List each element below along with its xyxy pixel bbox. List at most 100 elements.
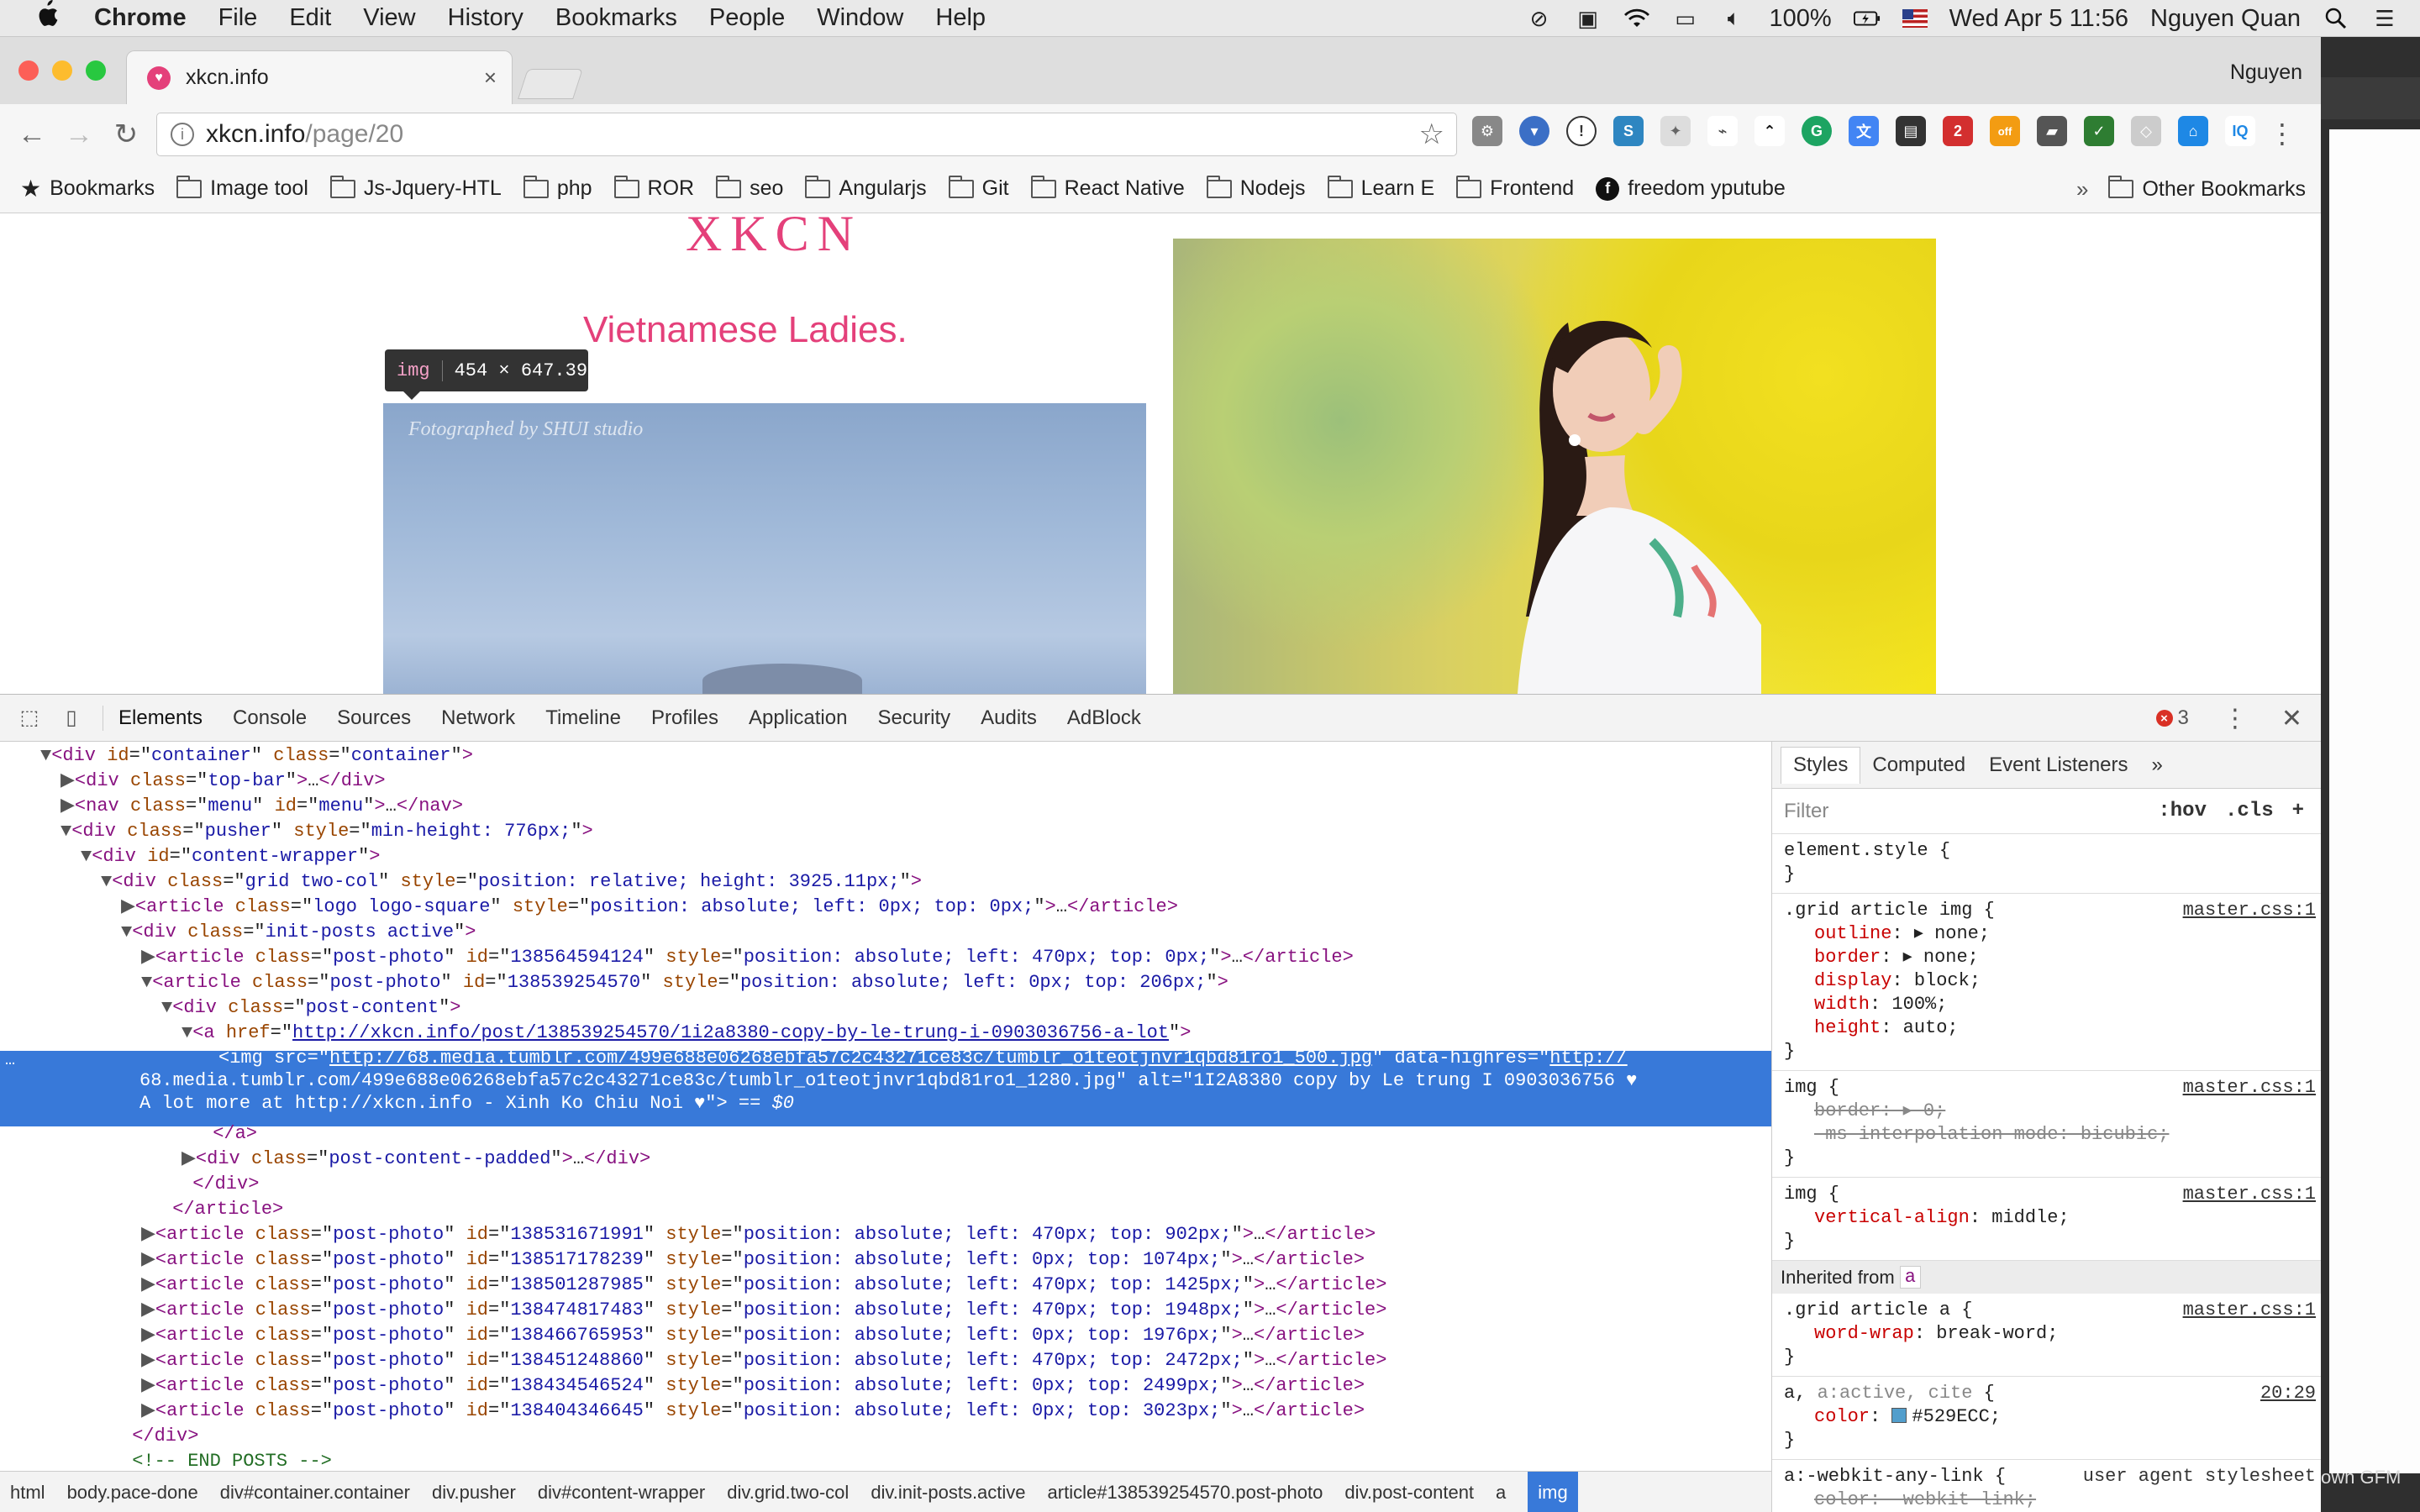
google-translate-icon[interactable]: 文	[1849, 116, 1879, 146]
expand-toggle-icon[interactable]: ▼	[182, 1022, 192, 1043]
dom-node-line[interactable]: ▼<div id="container" class="container">	[0, 743, 1771, 769]
rule-source-link[interactable]: master.css:1	[2183, 899, 2316, 922]
tab-sources[interactable]: Sources	[337, 706, 411, 730]
dom-node-line[interactable]: ▶<article class="post-photo" id="1384748…	[0, 1298, 1771, 1323]
style-rule-a-active-cite[interactable]: 20:29 a, a:active, cite { color: #529ECC…	[1772, 1377, 2321, 1460]
bookmarks-overflow-chevron-icon[interactable]: »	[2076, 176, 2088, 202]
menu-edit[interactable]: Edit	[289, 4, 331, 32]
tab-timeline[interactable]: Timeline	[545, 706, 621, 730]
site-info-icon[interactable]: i	[171, 123, 194, 146]
grammarly-icon[interactable]: G	[1802, 116, 1832, 146]
rule-source-link[interactable]: master.css:1	[2183, 1076, 2316, 1100]
breadcrumb-item[interactable]: div.init-posts.active	[871, 1482, 1025, 1504]
expand-toggle-icon[interactable]: ▶	[141, 1274, 155, 1295]
extension-badge-icon[interactable]: 2	[1943, 116, 1973, 146]
bookmark-folder-angularjs[interactable]: Angularjs	[805, 175, 927, 201]
devtools-menu-icon[interactable]: ⋮	[2223, 704, 2248, 733]
styles-filter-input[interactable]: Filter :hov .cls +	[1772, 789, 2321, 834]
color-swatch[interactable]	[1891, 1408, 1907, 1423]
tab-application[interactable]: Application	[749, 706, 847, 730]
extension-film-icon[interactable]: ⚙	[1472, 116, 1502, 146]
rule-source-link[interactable]: 20:29	[2260, 1382, 2316, 1405]
expand-toggle-icon[interactable]: ▼	[40, 745, 51, 766]
style-rule-grid-article-img[interactable]: master.css:1 .grid article img { outline…	[1772, 894, 2321, 1071]
selected-img-node-line[interactable]: 68.media.tumblr.com/499e688e06268ebfa57c…	[0, 1068, 1771, 1094]
bookmark-folder-ror[interactable]: ROR	[613, 175, 694, 201]
wifi-icon[interactable]	[1623, 7, 1650, 30]
airplay-icon[interactable]: ▭	[1672, 6, 1699, 31]
bookmark-other-bookmarks[interactable]: Other Bookmarks	[2108, 176, 2306, 202]
menu-people[interactable]: People	[709, 4, 785, 32]
dom-node-line[interactable]: ▶<article class="logo logo-square" style…	[0, 895, 1771, 920]
class-toggle[interactable]: .cls	[2225, 800, 2274, 822]
selected-img-node-line[interactable]: <img src="http://68.media.tumblr.com/499…	[0, 1046, 1771, 1071]
tab-profiles[interactable]: Profiles	[651, 706, 718, 730]
tab-computed[interactable]: Computed	[1860, 742, 1977, 789]
dom-node-line[interactable]: ▶<article class="post-photo" id="1384667…	[0, 1323, 1771, 1348]
menubar-clock[interactable]: Wed Apr 5 11:56	[1949, 5, 2128, 33]
breadcrumb-item[interactable]: article#138539254570.post-photo	[1048, 1482, 1323, 1504]
dom-node-line[interactable]: ▶<article class="post-photo" id="1385645…	[0, 945, 1771, 970]
background-window[interactable]: own GFM	[2321, 37, 2420, 1512]
inspected-post-image[interactable]: Fotographed by SHUI studio	[383, 403, 1146, 694]
expand-toggle-icon[interactable]: ▶	[141, 947, 155, 968]
extension-film-strip-icon[interactable]: ▤	[1896, 116, 1926, 146]
expand-toggle-icon[interactable]: ▼	[161, 997, 172, 1018]
dom-node-line[interactable]: ▼<div class="init-posts active">	[0, 920, 1771, 945]
post-photo-woman[interactable]	[1173, 239, 1936, 694]
extension-info-icon[interactable]: !	[1566, 116, 1597, 146]
screen-sharing-icon[interactable]: ▣	[1575, 6, 1602, 31]
expand-toggle-icon[interactable]: ▶	[141, 1299, 155, 1320]
forward-arrow-icon[interactable]: →	[55, 118, 103, 151]
dom-node-line[interactable]: ▼<a href="http://xkcn.info/post/13853925…	[0, 1021, 1771, 1046]
expand-toggle-icon[interactable]: ▶	[141, 1400, 155, 1421]
menu-bookmarks[interactable]: Bookmarks	[555, 4, 677, 32]
menu-window[interactable]: Window	[817, 4, 903, 32]
selected-img-node-line[interactable]: A lot more at http://xkcn.info - Xinh Ko…	[0, 1091, 1771, 1116]
expand-toggle-icon[interactable]: ▶	[60, 770, 75, 791]
elements-dom-tree[interactable]: … ▼<div id="container" class="container"…	[0, 742, 1771, 1471]
extension-label-icon[interactable]: ◇	[2131, 116, 2161, 146]
minimize-window-button[interactable]	[52, 60, 72, 81]
style-rule-element-style[interactable]: element.style { }	[1772, 834, 2321, 894]
menu-file[interactable]: File	[218, 4, 258, 32]
dom-node-line[interactable]: ▶<nav class="menu" id="menu">…</nav>	[0, 794, 1771, 819]
bookmark-bookmarks[interactable]: ★ Bookmarks	[20, 175, 155, 202]
close-window-button[interactable]	[18, 60, 39, 81]
expand-toggle-icon[interactable]: ▶	[141, 1249, 155, 1270]
new-tab-button[interactable]	[518, 69, 583, 99]
expand-toggle-icon[interactable]: ▼	[101, 871, 112, 892]
breadcrumb-item[interactable]: div.pusher	[432, 1482, 516, 1504]
bookmark-folder-frontend[interactable]: Frontend	[1456, 175, 1574, 201]
extension-lock-icon[interactable]: ⌂	[2178, 116, 2208, 146]
breadcrumb-item[interactable]: img	[1528, 1471, 1578, 1512]
extension-tag-icon[interactable]: ▰	[2037, 116, 2067, 146]
expand-toggle-icon[interactable]: ▶	[182, 1148, 196, 1169]
expand-toggle-icon[interactable]: ▶	[141, 1350, 155, 1371]
expand-toggle-icon[interactable]: ▼	[141, 972, 152, 993]
battery-icon[interactable]	[1853, 7, 1881, 30]
bookmark-star-icon[interactable]: ☆	[1419, 118, 1444, 151]
expand-toggle-icon[interactable]: ▶	[121, 896, 135, 917]
tab-console[interactable]: Console	[233, 706, 307, 730]
breadcrumb-item[interactable]: div#container.container	[220, 1482, 410, 1504]
expand-toggle-icon[interactable]: ▶	[60, 795, 75, 816]
breadcrumb-item[interactable]: div.post-content	[1344, 1482, 1474, 1504]
menu-history[interactable]: History	[448, 4, 523, 32]
bookmark-folder-image-tool[interactable]: Image tool	[176, 175, 308, 201]
rule-source-link[interactable]: master.css:1	[2183, 1299, 2316, 1322]
tab-audits[interactable]: Audits	[981, 706, 1037, 730]
style-rule-img-overridden[interactable]: master.css:1 img { border: ▸ 0; -ms-inte…	[1772, 1071, 2321, 1178]
extension-iq-icon[interactable]: IQ	[2225, 116, 2255, 146]
device-toolbar-icon[interactable]: ▯	[59, 706, 84, 730]
tab-network[interactable]: Network	[441, 706, 515, 730]
breadcrumb-item[interactable]: div.grid.two-col	[727, 1482, 849, 1504]
dom-node-line[interactable]: ▶<article class="post-photo" id="1385171…	[0, 1247, 1771, 1273]
dom-node-line[interactable]: ▶<article class="post-photo" id="1384345…	[0, 1373, 1771, 1399]
chrome-menu-icon[interactable]: ⋮	[2269, 118, 2296, 150]
breadcrumb-item[interactable]: body.pace-done	[67, 1482, 198, 1504]
dom-node-line[interactable]: <!-- END POSTS -->	[0, 1449, 1771, 1471]
back-arrow-icon[interactable]: ←	[8, 118, 55, 151]
menu-app-name[interactable]: Chrome	[94, 4, 187, 32]
dom-node-line[interactable]: ▶<article class="post-photo" id="1384512…	[0, 1348, 1771, 1373]
